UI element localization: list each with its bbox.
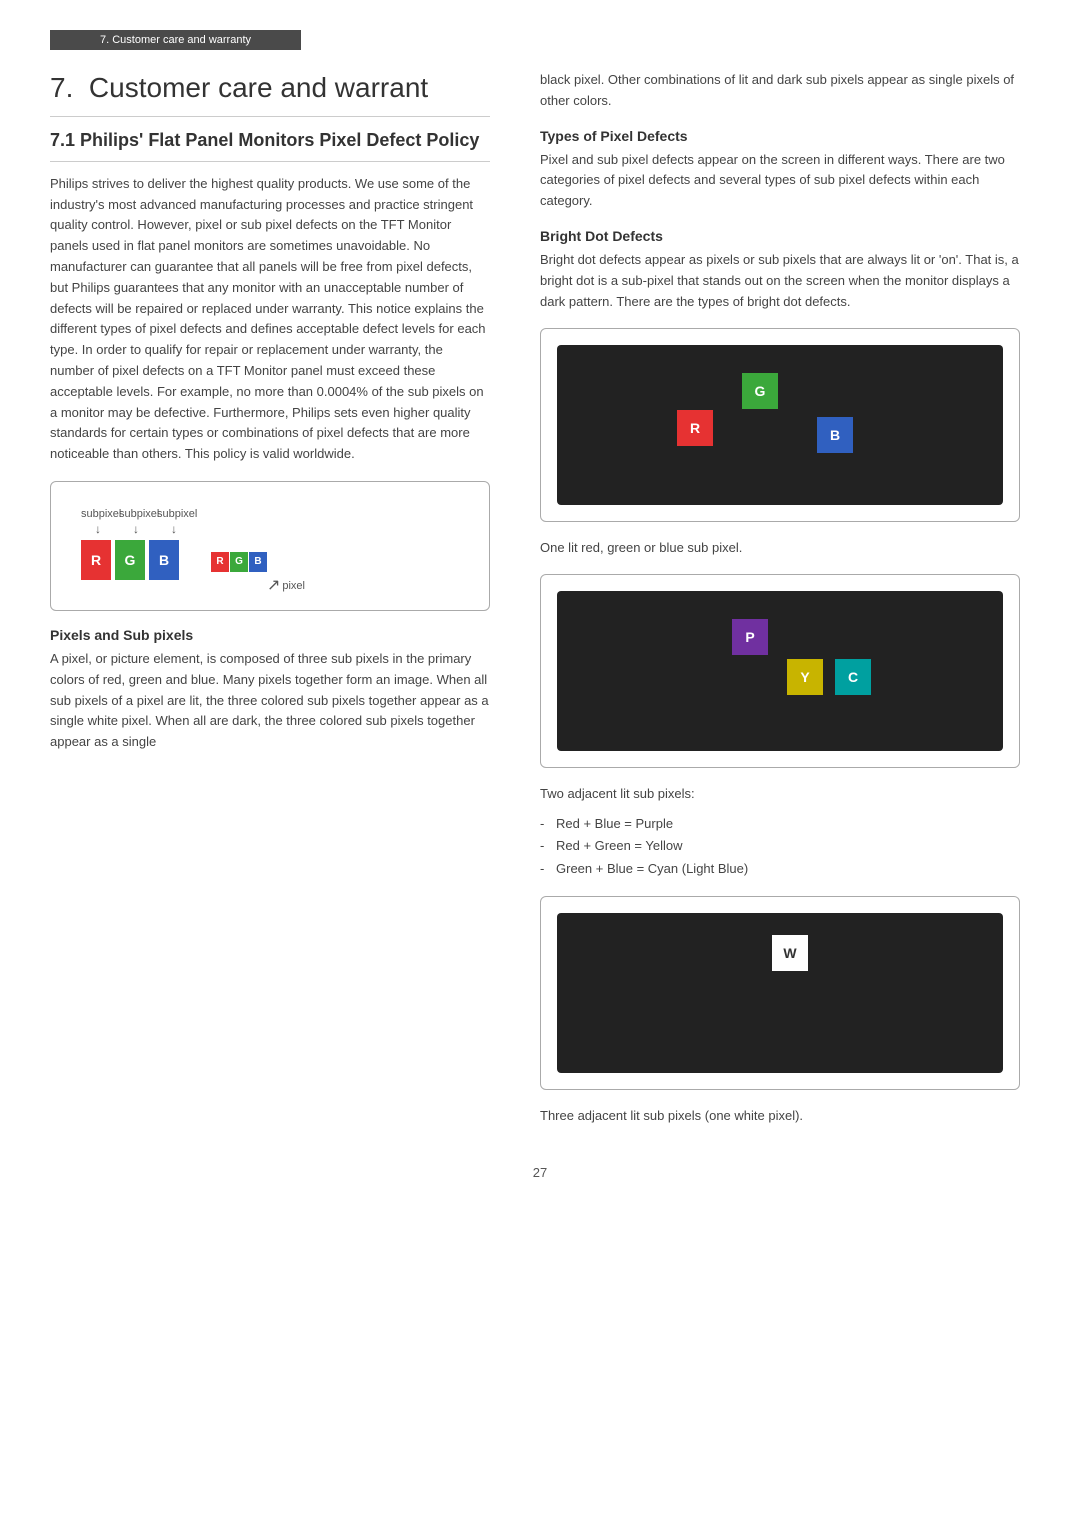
bright-dot-diagram-1-box: G R B xyxy=(540,328,1020,522)
types-para: Pixel and sub pixel defects appear on th… xyxy=(540,150,1020,212)
red-subpixel: R xyxy=(81,540,111,580)
bright-dot-heading: Bright Dot Defects xyxy=(540,228,1020,244)
pixels-para: A pixel, or picture element, is composed… xyxy=(50,649,490,753)
body-para-1: Philips strives to deliver the highest q… xyxy=(50,174,490,465)
page: 7. Customer care and warranty 7. Custome… xyxy=(0,0,1080,1526)
combined-pixel-group: R G B ↗ pixel xyxy=(211,552,267,572)
small-red: R xyxy=(211,552,229,572)
combined-pixel-row: R G B xyxy=(211,552,267,572)
bright-dot-white: W xyxy=(772,935,808,971)
page-number: 27 xyxy=(0,1165,1080,1180)
list-item-2: Red + Green = Yellow xyxy=(540,835,1020,857)
left-column: 7. Customer care and warrant 7.1 Philips… xyxy=(50,70,530,1135)
bright-dot-para: Bright dot defects appear as pixels or s… xyxy=(540,250,1020,312)
subpixel-diagram: subpixel subpixel subpixel ↓ ↓ ↓ R G xyxy=(67,498,473,594)
caption-1: One lit red, green or blue sub pixel. xyxy=(540,538,1020,558)
page-title: 7. Customer care and warrant xyxy=(50,70,490,117)
list-item-3: Green + Blue = Cyan (Light Blue) xyxy=(540,858,1020,880)
section-title: 7.1 Philips' Flat Panel Monitors Pixel D… xyxy=(50,129,490,161)
body-para-continue: black pixel. Other combinations of lit a… xyxy=(540,70,1020,112)
bright-dot-diagram-1: G R B xyxy=(557,345,1003,505)
green-subpixel: G xyxy=(115,540,145,580)
small-green: G xyxy=(230,552,248,572)
small-blue: B xyxy=(249,552,267,572)
caption-3: Three adjacent lit sub pixels (one white… xyxy=(540,1106,1020,1126)
pixels-subheading: Pixels and Sub pixels xyxy=(50,627,490,643)
bright-dot-blue: B xyxy=(817,417,853,453)
subpixel-label-2: subpixel xyxy=(119,508,153,520)
pixel-arrow-label: ↗ pixel xyxy=(267,578,305,594)
bright-dot-green: G xyxy=(742,373,778,409)
types-heading: Types of Pixel Defects xyxy=(540,128,1020,144)
bright-dot-diagram-3: W xyxy=(557,913,1003,1073)
subpixel-diagram-box: subpixel subpixel subpixel ↓ ↓ ↓ R G xyxy=(50,481,490,611)
adjacent-list: Red + Blue = Purple Red + Green = Yellow… xyxy=(540,813,1020,879)
bright-dot-diagram-3-box: W xyxy=(540,896,1020,1090)
subpixel-label-3: subpixel xyxy=(157,508,191,520)
bright-dot-red: R xyxy=(677,410,713,446)
bright-dot-diagram-2-box: P Y C xyxy=(540,574,1020,768)
bright-dot-cyan: C xyxy=(835,659,871,695)
right-column: black pixel. Other combinations of lit a… xyxy=(530,70,1020,1135)
subpixel-blocks: R G B xyxy=(81,540,191,580)
breadcrumb: 7. Customer care and warranty xyxy=(50,30,301,50)
subpixel-label-1: subpixel xyxy=(81,508,115,520)
bright-dot-diagram-2: P Y C xyxy=(557,591,1003,751)
blue-subpixel: B xyxy=(149,540,179,580)
list-item-1: Red + Blue = Purple xyxy=(540,813,1020,835)
bright-dot-yellow: Y xyxy=(787,659,823,695)
caption-2: Two adjacent lit sub pixels: xyxy=(540,784,1020,804)
bright-dot-purple: P xyxy=(732,619,768,655)
